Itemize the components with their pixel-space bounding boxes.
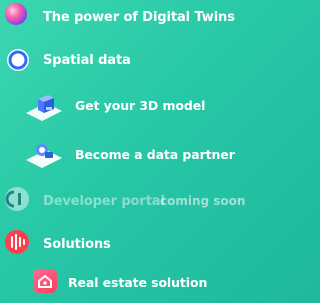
orb-icon (4, 2, 28, 26)
menu-item-label: Developer portal (43, 194, 165, 209)
real-estate-icon (32, 268, 58, 294)
menu-item-label: Get your 3D model (75, 98, 206, 113)
menu-item-label: The power of Digital Twins (43, 10, 235, 25)
solutions-icon (4, 229, 30, 255)
menu-item-label: Real estate solution (68, 275, 208, 290)
coming-soon-badge: coming soon (160, 194, 246, 208)
ring-icon (6, 48, 30, 72)
menu-item-label: Become a data partner (75, 147, 235, 162)
data-partner-icon (24, 138, 64, 170)
menu-item-label: Spatial data (43, 53, 131, 68)
3d-model-icon (24, 91, 64, 123)
nav-menu: The power of Digital Twins Spatial data … (0, 0, 245, 303)
developer-portal-icon (4, 186, 30, 212)
menu-item-label: Solutions (43, 237, 111, 252)
